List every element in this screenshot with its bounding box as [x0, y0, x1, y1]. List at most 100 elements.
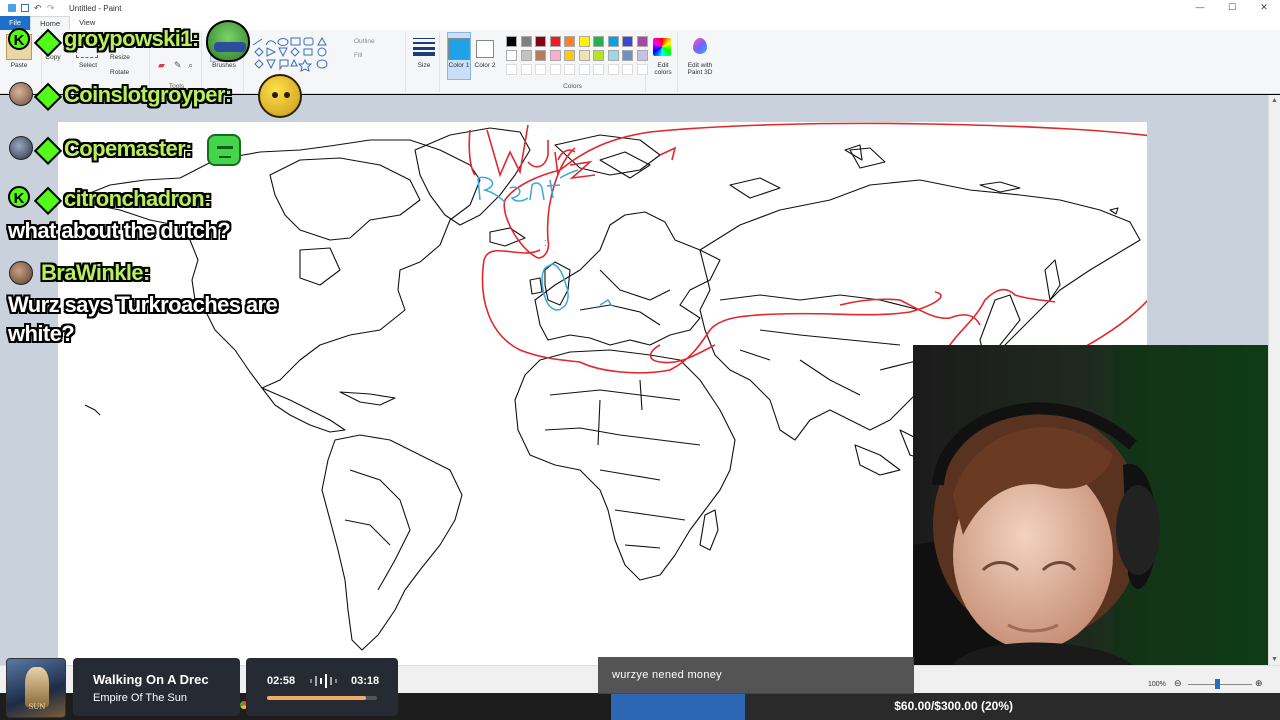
palette-color-swatch[interactable]: [593, 50, 604, 61]
album-art: SUN: [6, 658, 66, 718]
user-avatar: [9, 261, 33, 285]
magnifier-icon[interactable]: ⌕: [188, 60, 193, 71]
svg-text:⁚: ⁚: [544, 239, 547, 248]
save-icon[interactable]: [21, 4, 29, 12]
palette-color-swatch[interactable]: [607, 36, 619, 47]
palette-color-swatch[interactable]: [622, 36, 633, 47]
playback-progress-bar[interactable]: [267, 696, 377, 700]
donation-goal-bar: $60.00/$300.00 (20%): [611, 693, 1280, 720]
zoom-level: 100%: [1148, 681, 1166, 688]
palette-color-swatch[interactable]: [636, 36, 648, 47]
color2-button[interactable]: Color 2: [470, 62, 500, 69]
zoom-slider-thumb[interactable]: [1215, 679, 1220, 689]
scroll-down-icon[interactable]: ▼: [1271, 656, 1278, 663]
tts-message: wurzye nened money: [612, 669, 722, 681]
edit-with-paint3d-button[interactable]: Edit with Paint 3D: [680, 62, 720, 76]
palette-empty-swatch[interactable]: [578, 64, 590, 75]
song-artist: Empire Of The Sun: [93, 692, 187, 704]
size-button[interactable]: Size: [408, 62, 440, 69]
chat-message: what about the dutch?: [8, 218, 231, 243]
palette-color-swatch[interactable]: [506, 50, 517, 61]
maximize-icon[interactable]: ☐: [1216, 0, 1248, 16]
palette-color-swatch[interactable]: [636, 50, 648, 61]
webcam-overlay: [913, 345, 1268, 665]
palette-color-swatch[interactable]: [535, 36, 546, 47]
edit-colors-group: Edit colors: [648, 32, 678, 92]
palette-color-swatch[interactable]: [607, 50, 619, 61]
donation-goal-text: $60.00/$300.00 (20%): [894, 699, 1013, 713]
pepe-emote-icon: [206, 20, 250, 62]
paint-app-icon: [8, 4, 16, 12]
edit-colors-icon[interactable]: [653, 38, 671, 56]
fill-button[interactable]: Fill: [354, 52, 404, 59]
palette-color-swatch[interactable]: [578, 50, 590, 61]
chat-username: Copemaster:: [64, 136, 192, 161]
colors-label: Colors: [563, 83, 582, 90]
color-picker-icon[interactable]: ✎: [174, 60, 182, 71]
palette-color-swatch[interactable]: [593, 36, 604, 47]
palette-empty-swatch[interactable]: [520, 64, 532, 75]
chat-username: groypowski1:: [64, 26, 199, 51]
palette-color-swatch[interactable]: [622, 50, 633, 61]
palette-empty-swatch[interactable]: [636, 64, 648, 75]
size-lines-icon[interactable]: [412, 36, 436, 56]
active-colors-group: Color 1 Color 2: [442, 32, 498, 92]
palette-color-swatch[interactable]: [578, 36, 590, 47]
chat-username: Coinslotgroyper:: [64, 82, 232, 107]
brushes-button[interactable]: Brushes: [204, 62, 244, 69]
paint3d-icon[interactable]: [693, 38, 707, 54]
select-button[interactable]: Select: [72, 62, 104, 69]
zoom-out-icon[interactable]: ⊖: [1174, 678, 1182, 689]
palette-empty-swatch[interactable]: [564, 64, 575, 75]
size-group: Size: [408, 32, 440, 92]
scroll-up-icon[interactable]: ▲: [1271, 97, 1278, 104]
palette-color-swatch[interactable]: [535, 50, 546, 61]
copy-button[interactable]: Copy: [40, 54, 66, 61]
outline-button[interactable]: Outline: [354, 38, 404, 45]
palette-color-swatch[interactable]: [549, 36, 561, 47]
close-icon[interactable]: ✕: [1248, 0, 1280, 16]
quick-access-toolbar: ↶ ↷: [0, 4, 55, 13]
edit-colors-button[interactable]: Edit colors: [648, 62, 678, 76]
chat-message-line: white?: [8, 321, 75, 346]
now-playing-card: Walking On A Drec Empire Of The Sun: [73, 658, 240, 716]
vertical-scrollbar[interactable]: ▲ ▼: [1268, 95, 1280, 665]
chat-username: BraWinkle:: [41, 260, 150, 285]
palette-empty-swatch[interactable]: [607, 64, 619, 75]
undo-icon[interactable]: ↶: [34, 4, 42, 13]
eraser-icon[interactable]: ▰: [158, 60, 165, 71]
kick-badge-icon: K: [8, 186, 30, 208]
rotate-button[interactable]: Rotate: [110, 69, 146, 76]
palette-color-swatch[interactable]: [564, 36, 575, 47]
total-time: 03:18: [351, 675, 380, 687]
emoji-emote-icon: [258, 74, 302, 118]
paint-title-bar: ↶ ↷ Untitled - Paint — ☐ ✕: [0, 0, 1280, 16]
color1-swatch[interactable]: [448, 38, 470, 60]
user-avatar: [9, 136, 33, 160]
minimize-icon[interactable]: —: [1184, 0, 1216, 16]
palette-color-swatch[interactable]: [506, 36, 517, 47]
paint3d-group: Edit with Paint 3D: [680, 32, 720, 92]
green-emote-icon: [207, 134, 241, 166]
resize-button[interactable]: Resize: [110, 54, 146, 61]
shapes-gallery-icon[interactable]: [250, 36, 346, 76]
palette-color-swatch[interactable]: [549, 50, 561, 61]
color2-swatch[interactable]: [476, 40, 494, 58]
current-time: 02:58: [267, 675, 296, 687]
tts-message-box: wurzye nened money: [598, 657, 914, 694]
stream-screen: ↶ ↷ Untitled - Paint — ☐ ✕ File Home Vie…: [0, 0, 1280, 720]
palette-empty-swatch[interactable]: [535, 64, 546, 75]
redo-icon[interactable]: ↷: [47, 4, 55, 13]
paste-button[interactable]: Paste: [2, 62, 36, 69]
palette-color-swatch[interactable]: [520, 36, 532, 47]
chat-message-line: Wurz says Turkroaches are: [8, 292, 278, 317]
palette-empty-swatch[interactable]: [593, 64, 604, 75]
palette-empty-swatch[interactable]: [622, 64, 633, 75]
window-controls: — ☐ ✕: [1184, 0, 1280, 16]
palette-color-swatch[interactable]: [520, 50, 532, 61]
zoom-slider[interactable]: [1188, 684, 1252, 685]
palette-color-swatch[interactable]: [564, 50, 575, 61]
palette-empty-swatch[interactable]: [506, 64, 517, 75]
zoom-in-icon[interactable]: ⊕: [1255, 678, 1263, 689]
palette-empty-swatch[interactable]: [549, 64, 561, 75]
